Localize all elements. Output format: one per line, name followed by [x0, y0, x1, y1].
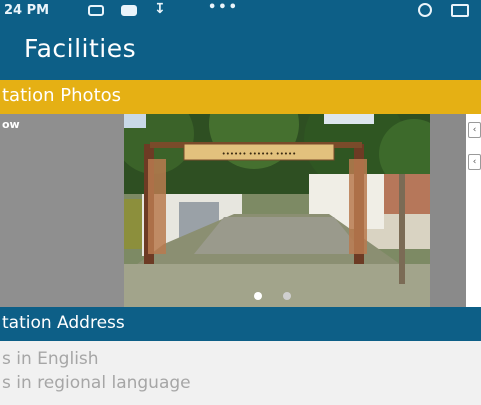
side-button-top[interactable]: ‹ — [468, 122, 481, 138]
status-time: 24 PM — [4, 3, 50, 18]
previous-photo-card[interactable]: ow — [0, 114, 124, 307]
photos-section-label: tation Photos — [2, 85, 122, 106]
address-section-header: tation Address — [0, 307, 481, 341]
alarm-icon — [418, 3, 432, 17]
youtube-icon — [121, 5, 137, 16]
address-section-label: tation Address — [2, 313, 125, 333]
address-english-option[interactable]: s in English — [2, 349, 99, 369]
photo-carousel[interactable]: ow •••••• •••••• ••••• ‹ ‹ — [0, 114, 481, 307]
address-regional-option[interactable]: s in regional language — [2, 373, 191, 393]
message-icon — [88, 5, 104, 16]
app-bar: Facilities — [0, 22, 481, 80]
status-bar: 24 PM ↧ ••• — [0, 0, 481, 22]
station-photo[interactable]: •••••• •••••• ••••• — [124, 114, 430, 307]
next-photo-card[interactable] — [430, 114, 466, 307]
station-photo-image: •••••• •••••• ••••• — [124, 114, 430, 307]
more-notifications-icon: ••• — [208, 0, 239, 15]
side-button-bottom[interactable]: ‹ — [468, 154, 481, 170]
photos-section-header: tation Photos — [0, 80, 481, 114]
previous-photo-caption: ow — [2, 118, 20, 131]
address-options: s in English s in regional language — [0, 341, 481, 405]
carousel-dot[interactable] — [254, 292, 262, 300]
battery-icon — [451, 4, 469, 17]
carousel-dot[interactable] — [283, 292, 291, 300]
page-title: Facilities — [24, 34, 137, 63]
photo-sign-text: •••••• •••••• ••••• — [222, 150, 297, 158]
download-icon: ↧ — [154, 1, 166, 17]
